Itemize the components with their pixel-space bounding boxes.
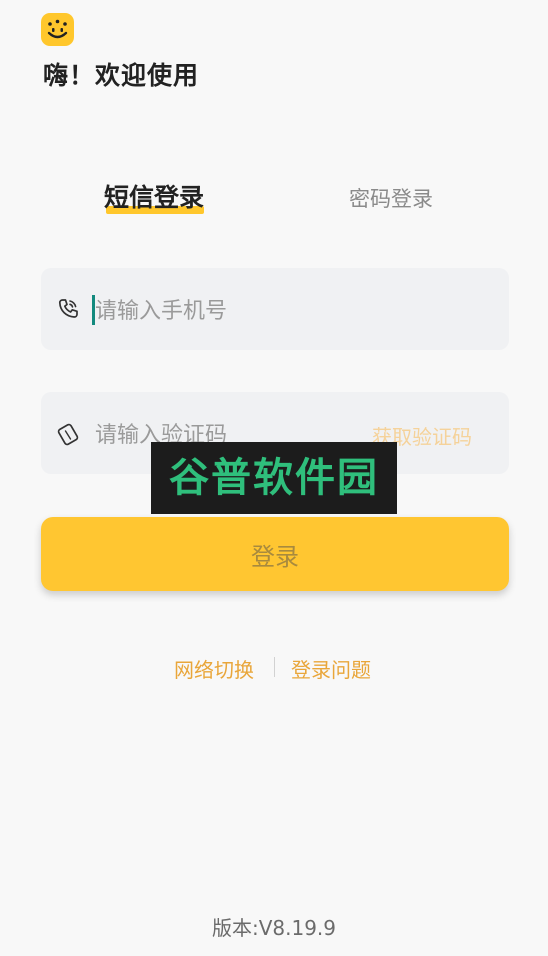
links-divider	[274, 657, 275, 677]
greeting-title: 嗨！欢迎使用	[43, 61, 200, 90]
phone-input[interactable]	[95, 292, 485, 330]
phone-icon	[56, 297, 80, 321]
network-switch-link[interactable]: 网络切换	[174, 654, 254, 683]
tab-password-login[interactable]: 密码登录	[349, 183, 433, 223]
version-label: 版本:V8.19.9	[211, 916, 337, 940]
watermark-overlay: 谷普软件园	[151, 442, 397, 514]
tab-sms-login[interactable]: 短信登录	[104, 178, 205, 218]
tab-sms-login-label: 短信登录	[104, 183, 205, 212]
login-problem-link[interactable]: 登录问题	[291, 654, 371, 683]
shield-code-icon	[56, 422, 80, 446]
app-logo-icon	[41, 13, 74, 46]
login-button[interactable]: 登录	[41, 517, 509, 591]
